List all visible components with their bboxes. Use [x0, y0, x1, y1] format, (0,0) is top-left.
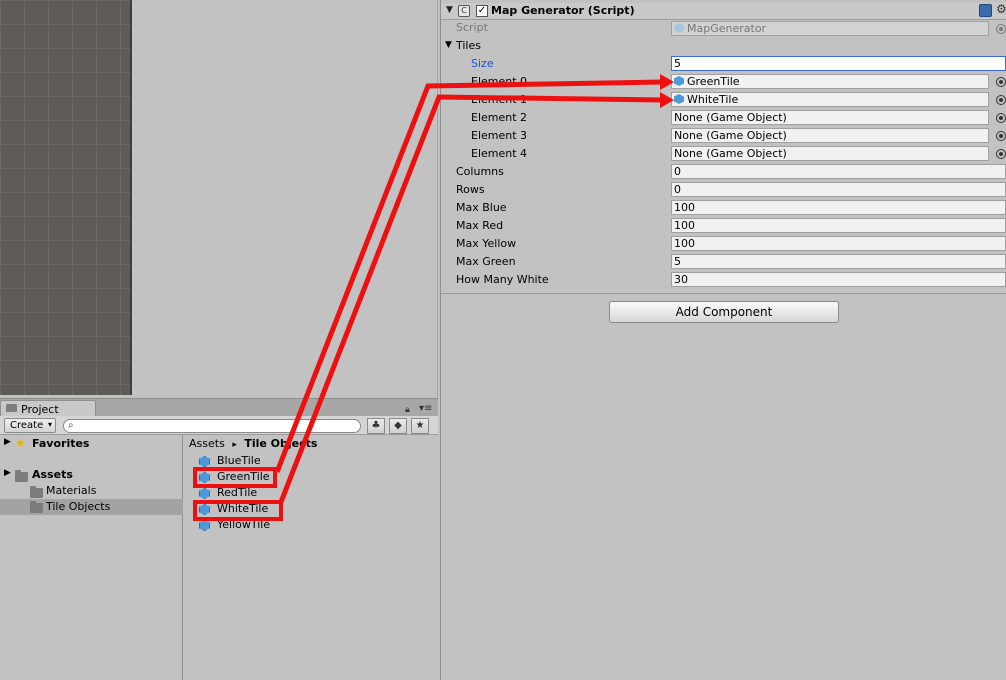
breadcrumb: Assets ▸ Tile Objects — [189, 437, 317, 450]
divider — [441, 293, 1006, 294]
element-0-field[interactable]: GreenTile — [671, 74, 989, 89]
search-icon: ⌕ — [68, 420, 74, 431]
max-red-field[interactable]: 100 — [671, 218, 1006, 233]
element-2-label: Element 2 — [471, 111, 528, 124]
script-label: Script — [456, 21, 488, 34]
lock-icon[interactable]: 🔒︎ — [405, 405, 415, 415]
tree-label-favorites: Favorites — [32, 437, 90, 450]
max-green-field[interactable]: 5 — [671, 254, 1006, 269]
columns-label: Columns — [456, 165, 504, 178]
filter-by-type-button[interactable]: ♣ — [367, 418, 385, 434]
tree-label-tile-objects: Tile Objects — [46, 500, 111, 513]
favorite-button[interactable]: ★ — [411, 418, 429, 434]
folder-icon — [30, 501, 43, 513]
file-label: BlueTile — [217, 454, 261, 467]
object-picker-icon[interactable] — [996, 149, 1006, 159]
breadcrumb-root[interactable]: Assets — [189, 437, 225, 450]
scene-empty-area — [134, 0, 438, 398]
script-field: MapGenerator — [671, 21, 989, 36]
tree-item-materials[interactable]: Materials — [0, 484, 183, 500]
element-0-label: Element 0 — [471, 75, 528, 88]
gear-icon[interactable]: ⚙ — [996, 2, 1006, 16]
tab-project-label: Project — [21, 403, 59, 416]
max-blue-field[interactable]: 100 — [671, 200, 1006, 215]
file-label: GreenTile — [217, 470, 270, 483]
scene-view[interactable] — [0, 0, 132, 395]
tree-label-assets: Assets — [32, 468, 73, 481]
folder-icon — [15, 470, 28, 482]
type-filter-icon: ♣ — [371, 420, 381, 431]
rows-field[interactable]: 0 — [671, 182, 1006, 197]
script-icon — [674, 23, 684, 33]
max-yellow-label: Max Yellow — [456, 237, 517, 250]
file-label: WhiteTile — [217, 502, 269, 515]
tree-label-materials: Materials — [46, 484, 97, 497]
object-picker-icon[interactable] — [996, 113, 1006, 123]
rows-label: Rows — [456, 183, 485, 196]
max-blue-label: Max Blue — [456, 201, 507, 214]
tag-icon: ◆ — [394, 420, 402, 431]
element-4-label: Element 4 — [471, 147, 528, 160]
folder-icon — [6, 404, 17, 412]
script-icon: C — [458, 5, 470, 17]
create-button-label: Create — [10, 420, 44, 431]
add-component-button[interactable]: Add Component — [609, 301, 839, 323]
breadcrumb-current[interactable]: Tile Objects — [244, 437, 317, 450]
star-icon: ★ — [15, 436, 26, 450]
cube-icon — [674, 94, 684, 104]
star-icon: ★ — [415, 420, 425, 431]
tree-item-assets[interactable]: ▶ Assets — [0, 468, 183, 484]
object-picker-icon[interactable] — [996, 131, 1006, 141]
create-button[interactable]: Create ▾ — [4, 418, 56, 433]
element-3-label: Element 3 — [471, 129, 528, 142]
how-many-white-field[interactable]: 30 — [671, 272, 1006, 287]
object-picker-icon[interactable] — [996, 95, 1006, 105]
element-0-value: GreenTile — [687, 75, 740, 88]
help-icon[interactable] — [979, 4, 992, 17]
component-title: Map Generator (Script) — [491, 4, 635, 17]
folder-icon — [30, 486, 43, 498]
element-1-field[interactable]: WhiteTile — [671, 92, 989, 107]
max-yellow-field[interactable]: 100 — [671, 236, 1006, 251]
element-4-field[interactable]: None (Game Object) — [671, 146, 989, 161]
object-picker-icon — [996, 24, 1006, 34]
breadcrumb-separator: ▸ — [232, 440, 237, 450]
element-3-field[interactable]: None (Game Object) — [671, 128, 989, 143]
how-many-white-label: How Many White — [456, 273, 549, 286]
object-picker-icon[interactable] — [996, 77, 1006, 87]
filter-by-label-button[interactable]: ◆ — [389, 418, 407, 434]
menu-icon[interactable]: ▾≡ — [419, 403, 435, 414]
size-label: Size — [471, 57, 494, 70]
file-label: YellowTile — [217, 518, 271, 531]
max-green-label: Max Green — [456, 255, 516, 268]
tree-item-tile-objects[interactable]: Tile Objects — [0, 499, 183, 515]
component-enabled-checkbox[interactable]: ✓ — [476, 5, 488, 17]
element-2-field[interactable]: None (Game Object) — [671, 110, 989, 125]
chevron-down-icon: ▾ — [47, 420, 52, 429]
cube-icon — [674, 76, 684, 86]
columns-field[interactable]: 0 — [671, 164, 1006, 179]
chevron-down-icon[interactable]: ▼ — [446, 5, 453, 15]
file-label: RedTile — [217, 486, 258, 499]
chevron-down-icon[interactable]: ▼ — [445, 40, 452, 50]
element-1-value: WhiteTile — [687, 93, 739, 106]
tiles-label[interactable]: Tiles — [456, 39, 481, 57]
element-1-label: Element 1 — [471, 93, 528, 106]
search-input[interactable]: ⌕ — [63, 419, 361, 433]
tree-item-favorites[interactable]: ▶ ★ Favorites — [0, 436, 183, 453]
max-red-label: Max Red — [456, 219, 504, 232]
script-value: MapGenerator — [687, 22, 767, 35]
size-field[interactable]: 5 — [671, 56, 1006, 71]
tab-project[interactable]: Project — [0, 400, 96, 417]
